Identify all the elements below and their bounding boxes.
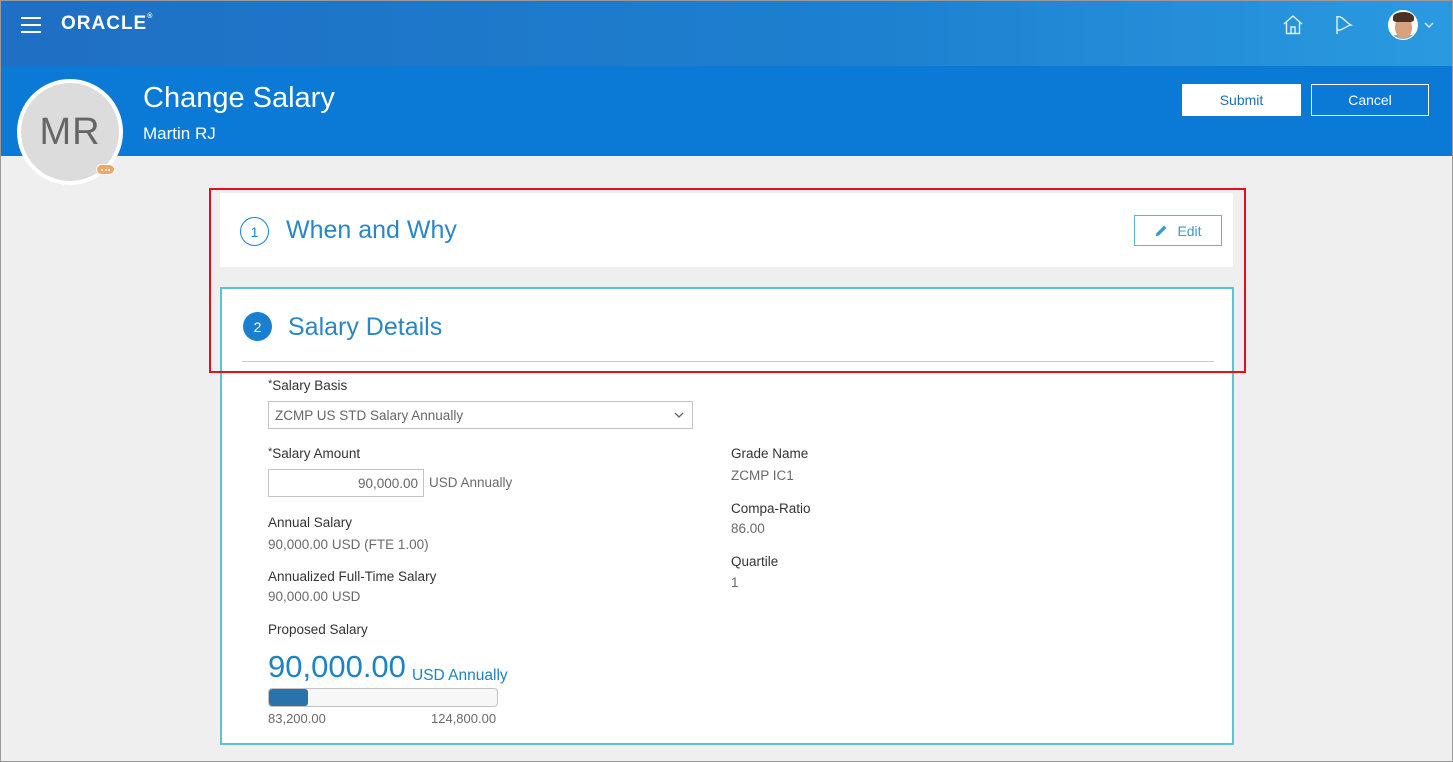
proposed-salary-label: Proposed Salary bbox=[268, 622, 368, 637]
page-header: Change Salary Martin RJ Submit Cancel bbox=[1, 66, 1452, 156]
edit-button-label: Edit bbox=[1177, 222, 1202, 239]
salary-amount-input[interactable] bbox=[268, 469, 424, 497]
proposed-salary-value: 90,000.00 bbox=[268, 649, 406, 684]
avatar-initials: MR bbox=[39, 110, 101, 153]
page-title: Change Salary bbox=[143, 82, 335, 114]
salary-amount-unit: USD Annually bbox=[429, 475, 513, 490]
salary-basis-value: ZCMP US STD Salary Annually bbox=[275, 408, 464, 423]
salary-basis-label: *Salary Basis bbox=[268, 378, 348, 393]
salary-range-min: 83,200.00 bbox=[268, 711, 326, 726]
compa-ratio-value: 86.00 bbox=[731, 521, 765, 536]
cancel-button[interactable]: Cancel bbox=[1311, 84, 1429, 116]
when-and-why-section: 1 When and Why Edit bbox=[220, 193, 1233, 267]
salary-details-section: 2 Salary Details *Salary Basis ZCMP US S… bbox=[220, 287, 1234, 745]
edit-button[interactable]: Edit bbox=[1134, 215, 1222, 246]
salary-range-bar bbox=[268, 688, 498, 707]
proposed-salary-unit: USD Annually bbox=[412, 667, 508, 684]
user-menu[interactable] bbox=[1388, 10, 1438, 42]
annual-salary-value: 90,000.00 USD (FTE 1.00) bbox=[268, 537, 429, 552]
global-header: ORACLE® bbox=[1, 1, 1452, 66]
user-avatar[interactable] bbox=[1388, 10, 1418, 40]
grade-name-label: Grade Name bbox=[731, 446, 809, 461]
quartile-value: 1 bbox=[731, 575, 739, 590]
salary-basis-select[interactable]: ZCMP US STD Salary Annually bbox=[268, 401, 693, 429]
oracle-logo[interactable]: ORACLE® bbox=[61, 13, 153, 35]
annual-salary-label: Annual Salary bbox=[268, 515, 353, 530]
section-title-when-and-why: When and Why bbox=[286, 216, 457, 244]
notifications-flag-icon[interactable] bbox=[1331, 13, 1355, 37]
annualized-fulltime-salary-label: Annualized Full-Time Salary bbox=[268, 569, 437, 584]
step-number-2: 2 bbox=[243, 312, 272, 341]
presence-badge-icon bbox=[96, 164, 115, 175]
chevron-down-icon[interactable] bbox=[1423, 20, 1435, 30]
section-divider bbox=[242, 361, 1214, 362]
menu-icon[interactable] bbox=[21, 17, 41, 33]
salary-amount-label: *Salary Amount bbox=[268, 446, 361, 461]
compa-ratio-label: Compa-Ratio bbox=[731, 501, 811, 516]
pencil-icon bbox=[1156, 225, 1167, 237]
submit-button[interactable]: Submit bbox=[1182, 84, 1301, 116]
section-title-salary-details: Salary Details bbox=[288, 313, 443, 341]
home-icon[interactable] bbox=[1281, 13, 1305, 37]
chevron-down-icon bbox=[674, 412, 684, 418]
person-name: Martin RJ bbox=[143, 124, 216, 143]
quartile-label: Quartile bbox=[731, 554, 779, 569]
salary-range-fill bbox=[269, 689, 308, 706]
step-number-1: 1 bbox=[240, 217, 269, 246]
annualized-fulltime-salary-value: 90,000.00 USD bbox=[268, 589, 361, 604]
salary-range-max: 124,800.00 bbox=[431, 711, 497, 726]
grade-name-value: ZCMP IC1 bbox=[731, 468, 794, 483]
